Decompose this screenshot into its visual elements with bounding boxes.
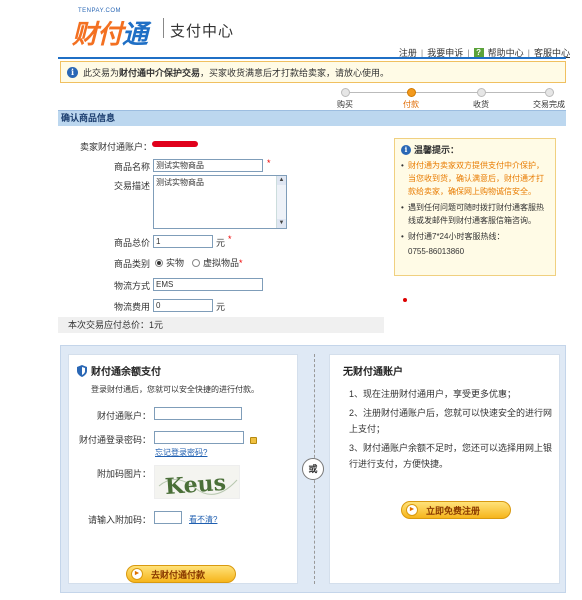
balance-payment-panel: 财付通余额支付 登录财付通后，您就可以安全快捷的进行付款。 财付通账户： 财付通… [68,354,298,584]
shield-icon [77,364,87,377]
tip-item: 财付通7*24小时客服热线： 0755-86013860 [401,230,549,258]
description-label: 交易描述 [113,181,150,191]
shipping-fee-label: 物流费用 [113,302,150,312]
captcha-input-label: 请输入附加码： [87,515,151,525]
pay-button-label: 去财付通付款 [151,569,206,580]
tip-item: 财付通为卖家双方提供支付中介保护，当您收到货，确认满意后，财付通才打款给卖家，确… [401,159,549,198]
category-radio-group: 实物 虚拟物品 * [155,256,243,269]
step-dot [476,88,486,97]
step-dot [340,88,350,97]
pay-with-tenpay-button[interactable]: ► 去财付通付款 [126,565,236,583]
captcha-input[interactable] [154,511,182,524]
lock-icon [250,437,257,444]
shipping-fee-input[interactable]: 0 [153,299,213,312]
hotline-label: 财付通7*24小时客服热线： [408,232,505,241]
refresh-captcha-link[interactable]: 看不清? [189,514,217,525]
tips-title: 温馨提示： [414,145,460,155]
tips-box: i温馨提示： 财付通为卖家双方提供支付中介保护，当您收到货，确认满意后，财付通才… [394,138,556,276]
balance-payment-title: 财付通余额支付 [91,367,161,378]
hotline-number: 0755-86013860 [408,247,465,256]
logo-divider [163,18,164,38]
red-dot [403,298,407,302]
step-dot-active [406,88,416,97]
category-label: 商品类别 [113,259,150,269]
notice-bold: 财付通中介保护交易 [119,67,201,78]
help-icon: ? [473,47,484,58]
benefit-item: 3、财付通账户余额不足时，您还可以选择用网上银行进行支付，方便快捷。 [349,443,553,469]
scroll-down-icon[interactable]: ▼ [277,219,286,228]
step-buy: 购买 [320,86,370,110]
arrow-right-icon: ► [131,568,143,580]
register-button-label: 立即免费注册 [426,505,481,516]
notice-prefix: 此交易为 [83,67,120,78]
balance-payment-desc: 登录财付通后，您就可以安全快捷的进行付款。 [91,385,259,394]
protection-notice: i 此交易为 财付通中介保护交易 ，买家收货满意后才打款给卖家，请放心使用。 [60,61,566,83]
step-complete: 交易完成 [524,86,574,110]
tenpay-logo[interactable]: 财付通 [72,14,148,51]
scroll-up-icon[interactable]: ▲ [277,176,286,185]
radio-physical-label: 实物 [166,258,185,268]
logo-text: 财付 [72,20,123,50]
required-mark: * [267,158,271,168]
or-separator: 或 [302,458,324,480]
radio-physical[interactable] [155,258,163,267]
radio-virtual[interactable] [192,258,201,267]
logo-text-accent: 通 [122,20,148,50]
radio-virtual-label: 虚拟物品 [203,258,240,268]
seller-account-label: 卖家财付通账户： [79,142,152,152]
captcha-image: Keus [154,465,240,499]
description-textarea[interactable]: 测试实物商品 ▲ ▼ [153,175,287,229]
register-free-button[interactable]: ► 立即免费注册 [401,501,511,519]
payment-box: 财付通余额支付 登录财付通后，您就可以安全快捷的进行付款。 财付通账户： 财付通… [60,345,566,593]
password-label: 财付通登录密码： [78,435,151,445]
page-subtitle: 支付中心 [170,22,235,40]
progress-steps: 购买 付款 收货 交易完成 [328,86,568,110]
product-name-label: 商品名称 [113,162,150,172]
captcha-image-label: 附加码图片： [96,469,151,479]
account-input[interactable] [154,407,242,420]
price-label: 商品总价 [113,238,150,248]
total-price: 本次交易应付总价：1元 [58,317,384,333]
forgot-password-link[interactable]: 忘记登录密码? [155,447,207,458]
info-icon: i [401,144,411,155]
password-input[interactable] [154,431,244,444]
step-pay: 付款 [386,86,436,110]
no-account-title: 无财付通账户 [343,367,403,378]
price-unit: 元 [216,238,226,248]
arrow-right-icon: ► [406,504,418,516]
tip-item: 遇到任何问题可随时拨打财付通客服热线或发邮件到财付通客服信箱咨询。 [401,201,549,227]
description-text: 测试实物商品 [156,178,204,187]
benefit-item: 1、现在注册财付通用户，享受更多优惠； [349,389,517,399]
fee-unit: 元 [216,302,226,312]
benefit-list: 1、现在注册财付通用户，享受更多优惠； 2、注册财付通账户后，您就可以快速安全的… [349,386,555,472]
notice-suffix: ，买家收货满意后才打款给卖家，请放心使用。 [200,67,390,78]
account-label: 财付通账户： [96,411,151,421]
info-icon: i [67,66,78,78]
seller-account-redacted [152,141,198,147]
step-receive: 收货 [456,86,506,110]
required-mark: * [239,257,243,268]
textarea-scrollbar[interactable]: ▲ ▼ [276,176,286,228]
price-input[interactable]: 1 [153,235,213,248]
shipping-label: 物流方式 [113,281,150,291]
required-mark: * [228,234,232,244]
product-name-input[interactable]: 测试实物商品 [153,159,263,172]
section-title: 确认商品信息 [58,110,566,126]
captcha-text: Keus [164,470,227,499]
benefit-item: 2、注册财付通账户后，您就可以快速安全的进行网上支付； [349,408,553,434]
step-dot [544,88,554,97]
no-account-panel: 无财付通账户 1、现在注册财付通用户，享受更多优惠； 2、注册财付通账户后，您就… [329,354,560,584]
header-rule [58,57,566,59]
shipping-input[interactable]: EMS [153,278,263,291]
